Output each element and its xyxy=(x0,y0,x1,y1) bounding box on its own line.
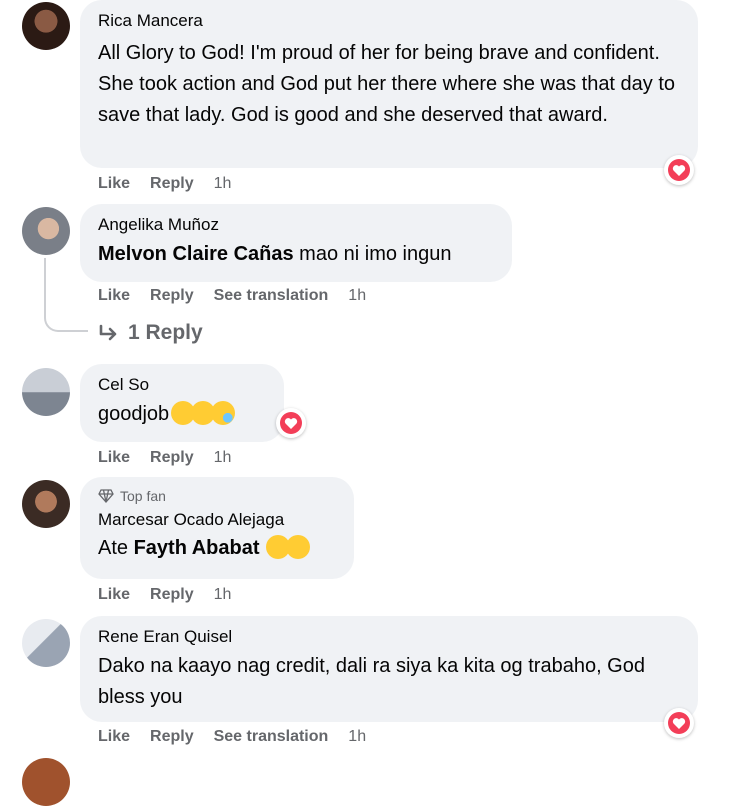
timestamp[interactable]: 1h xyxy=(214,586,232,604)
comment-author[interactable]: Angelika Muñoz xyxy=(98,214,494,236)
see-translation-link[interactable]: See translation xyxy=(214,728,329,746)
timestamp[interactable]: 1h xyxy=(214,449,232,467)
heart-reaction-icon[interactable] xyxy=(664,708,694,738)
like-button[interactable]: Like xyxy=(98,449,130,467)
comment-text: Ate Fayth Ababat xyxy=(98,533,336,564)
timestamp[interactable]: 1h xyxy=(348,728,366,746)
comment-bubble: Angelika Muñoz Melvon Claire Cañas mao n… xyxy=(80,204,512,282)
diamond-icon xyxy=(98,489,114,503)
avatar[interactable] xyxy=(22,207,70,255)
comment-text: All Glory to God! I'm proud of her for b… xyxy=(98,42,676,126)
heart-reaction-icon[interactable] xyxy=(664,155,694,185)
like-button[interactable]: Like xyxy=(98,586,130,604)
badge-label: Top fan xyxy=(120,488,166,504)
crying-face-icon xyxy=(211,401,236,425)
replies-count[interactable]: 1 Reply xyxy=(128,321,203,345)
reply-button[interactable]: Reply xyxy=(150,449,194,467)
comment-bubble: Cel So goodjob xyxy=(80,364,284,442)
view-replies-link[interactable]: 1 Reply xyxy=(98,321,203,345)
comment-author[interactable]: Cel So xyxy=(98,374,266,396)
avatar[interactable] xyxy=(22,480,70,528)
thread-line xyxy=(44,258,88,332)
avatar[interactable] xyxy=(22,619,70,667)
top-fan-badge: Top fan xyxy=(98,487,336,505)
comment-author[interactable]: Rene Eran Quisel xyxy=(98,626,680,648)
timestamp[interactable]: 1h xyxy=(214,175,232,193)
comment-actions: Like Reply 1h xyxy=(98,449,251,467)
reply-button[interactable]: Reply xyxy=(150,287,194,305)
like-button[interactable]: Like xyxy=(98,728,130,746)
like-button[interactable]: Like xyxy=(98,175,130,193)
see-translation-link[interactable]: See translation xyxy=(214,287,329,305)
mention-link[interactable]: Melvon Claire Cañas xyxy=(98,243,294,265)
avatar[interactable] xyxy=(22,368,70,416)
comment-author[interactable]: Marcesar Ocado Alejaga xyxy=(98,509,336,531)
timestamp[interactable]: 1h xyxy=(348,287,366,305)
comment-text: goodjob xyxy=(98,399,266,430)
comment-text: Dako na kaayo nag credit, dali ra siya k… xyxy=(98,655,645,708)
comment-bubble: Rene Eran Quisel Dako na kaayo nag credi… xyxy=(80,616,698,722)
reply-button[interactable]: Reply xyxy=(150,728,194,746)
comment-prefix: Ate xyxy=(98,537,134,559)
avatar[interactable] xyxy=(22,2,70,50)
comment-text: Melvon Claire Cañas mao ni imo ingun xyxy=(98,239,494,270)
reply-button[interactable]: Reply xyxy=(150,586,194,604)
comment-bubble: Top fan Marcesar Ocado Alejaga Ate Fayth… xyxy=(80,477,354,579)
comment-actions: Like Reply See translation 1h xyxy=(98,728,386,746)
comment-bubble: Rica Mancera All Glory to God! I'm proud… xyxy=(80,0,698,168)
mention-link[interactable]: Fayth Ababat xyxy=(134,537,260,559)
comment-actions: Like Reply See translation 1h xyxy=(98,287,386,305)
comment-actions: Like Reply 1h xyxy=(98,586,251,604)
clapping-hands-icon xyxy=(285,535,310,559)
reply-arrow-icon xyxy=(99,324,117,341)
like-button[interactable]: Like xyxy=(98,287,130,305)
comment-body: goodjob xyxy=(98,403,170,425)
reply-button[interactable]: Reply xyxy=(150,175,194,193)
avatar[interactable] xyxy=(22,758,70,806)
heart-reaction-icon[interactable] xyxy=(276,408,306,438)
comment-body: mao ni imo ingun xyxy=(293,243,452,265)
comment-author[interactable]: Rica Mancera xyxy=(98,10,680,32)
comment-actions: Like Reply 1h xyxy=(98,175,251,193)
